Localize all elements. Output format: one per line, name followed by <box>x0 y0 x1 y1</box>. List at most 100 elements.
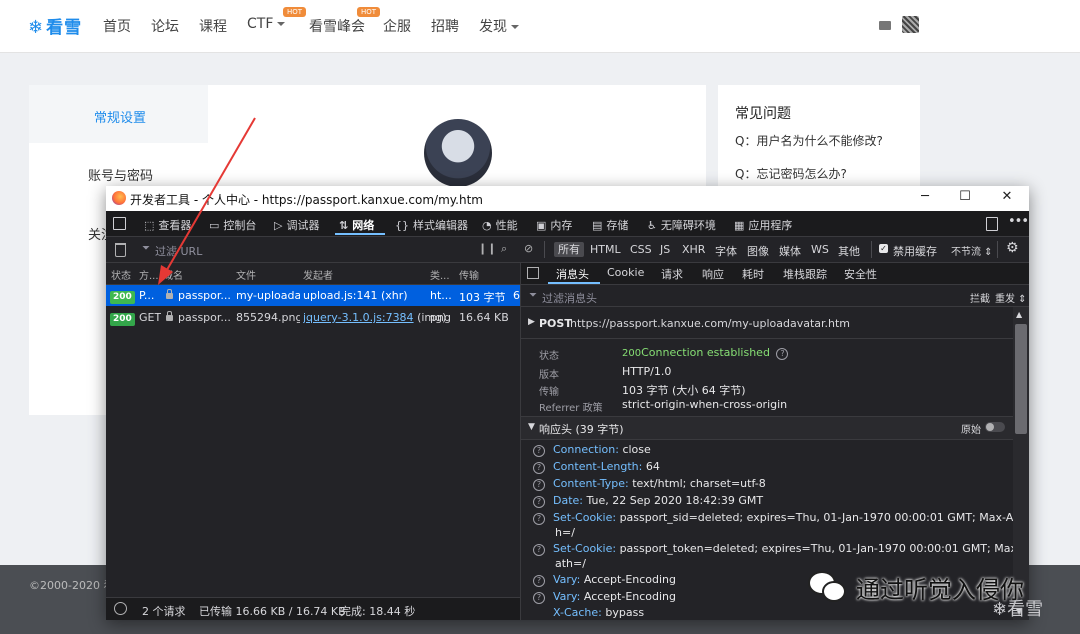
tab-performance[interactable]: ◔ 性能 <box>482 217 518 233</box>
type-filter-images[interactable]: 图像 <box>747 243 769 259</box>
tab-debugger[interactable]: ▷ 调试器 <box>274 217 319 233</box>
close-button[interactable]: ✕ <box>994 189 1020 207</box>
transferred-size: 已传输 16.66 KB / 16.74 KB <box>199 605 346 618</box>
response-header-wrap: h=/ <box>555 526 575 539</box>
minimize-button[interactable]: ─ <box>912 189 938 207</box>
chevron-right-icon[interactable]: ▶ <box>528 317 535 327</box>
type-filter-fonts[interactable]: 字体 <box>715 243 737 259</box>
help-icon[interactable]: ? <box>533 513 545 525</box>
settings-tab-general[interactable]: 常规设置 <box>94 107 146 126</box>
profile-avatar[interactable] <box>424 119 492 187</box>
request-method: GET <box>139 311 162 324</box>
response-header-row: ? Connection: close <box>533 443 651 457</box>
help-icon[interactable]: ? <box>533 575 545 587</box>
detail-tab-security[interactable]: 安全性 <box>844 266 877 282</box>
more-options-icon[interactable]: ••• <box>1008 214 1029 229</box>
help-icon[interactable]: ? <box>533 445 545 457</box>
maximize-button[interactable]: ☐ <box>952 189 978 207</box>
timer-icon[interactable] <box>114 602 127 615</box>
col-type[interactable]: 类... <box>430 267 450 282</box>
nav-ctf[interactable]: CTF HOT <box>247 7 307 32</box>
type-filter-media[interactable]: 媒体 <box>779 243 801 259</box>
tab-memory[interactable]: ▣ 内存 <box>536 217 572 233</box>
filter-icon: ⏷ <box>529 290 537 301</box>
block-icon[interactable]: ⊘ <box>524 242 533 255</box>
tab-accessibility[interactable]: ♿ 无障碍环境 <box>647 217 716 233</box>
type-filter-xhr[interactable]: XHR <box>682 243 705 256</box>
type-filter-ws[interactable]: WS <box>811 243 829 256</box>
status-value: 200Connection established ? <box>622 346 796 360</box>
active-tab-indicator <box>335 233 385 235</box>
detail-tab-stack-trace[interactable]: 堆栈跟踪 <box>783 266 827 282</box>
col-transfer[interactable]: 传输 <box>459 267 479 282</box>
help-icon[interactable]: ? <box>533 462 545 474</box>
type-filter-js[interactable]: JS <box>660 243 670 256</box>
site-logo[interactable]: ❄ 看雪 <box>28 13 82 38</box>
scroll-up-arrow[interactable]: ▲ <box>1016 310 1022 319</box>
nav-jobs[interactable]: 招聘 <box>431 16 459 36</box>
debugger-icon: ▷ <box>274 219 283 232</box>
summary-key: 传输 <box>539 387 559 398</box>
request-transfer: 103 字节 <box>459 291 506 304</box>
block-button[interactable]: 拦截 <box>970 290 990 305</box>
nav-home[interactable]: 首页 <box>103 16 131 36</box>
help-icon[interactable]: ? <box>533 544 545 556</box>
request-file: 855294.png?( <box>236 311 300 324</box>
nav-forum[interactable]: 论坛 <box>151 16 179 36</box>
element-picker-icon[interactable] <box>113 217 126 230</box>
resend-button[interactable]: 重发 ⇕ <box>995 290 1027 305</box>
help-icon[interactable]: ? <box>533 479 545 491</box>
header-filter-input[interactable]: 过滤消息头 <box>542 290 597 306</box>
response-header-row: ? Vary: Accept-Encoding <box>533 573 676 587</box>
col-initiator[interactable]: 发起者 <box>303 267 333 282</box>
type-filter-all[interactable]: 所有 <box>554 242 584 257</box>
divider <box>997 241 998 258</box>
type-filter-other[interactable]: 其他 <box>838 243 860 259</box>
detail-tab-headers[interactable]: 消息头 <box>556 266 589 282</box>
help-icon[interactable]: ? <box>533 592 545 604</box>
detail-tab-cookie[interactable]: Cookie <box>607 266 644 279</box>
col-status[interactable]: 状态 <box>111 267 131 282</box>
lock-icon <box>166 289 173 299</box>
mail-icon[interactable] <box>879 21 891 30</box>
panel-splitter[interactable] <box>520 263 521 620</box>
toggle-panel-icon[interactable] <box>527 267 539 279</box>
scrollbar-thumb[interactable] <box>1015 324 1027 434</box>
snowflake-icon: ❄ <box>992 599 1008 620</box>
detail-tab-response[interactable]: 响应 <box>702 266 724 282</box>
gear-icon[interactable]: ⚙ <box>1006 240 1019 256</box>
help-icon[interactable]: ? <box>533 496 545 508</box>
response-header-row: ? Date: Tue, 22 Sep 2020 18:42:39 GMT <box>533 494 763 508</box>
type-filter-html[interactable]: HTML <box>590 243 621 256</box>
nav-enterprise[interactable]: 企服 <box>383 16 411 36</box>
tab-application[interactable]: ▦ 应用程序 <box>734 217 792 233</box>
help-icon[interactable]: ? <box>776 348 789 360</box>
firefox-icon <box>112 191 126 205</box>
faq-item[interactable]: Q：用户名为什么不能修改? <box>735 132 883 149</box>
pause-icon[interactable]: ❙❙ <box>478 242 496 255</box>
response-header-row: ? Content-Type: text/html; charset=utf-8 <box>533 477 766 491</box>
responsive-mode-icon[interactable] <box>986 217 998 231</box>
type-filter-css[interactable]: CSS <box>630 243 652 256</box>
nav-courses[interactable]: 课程 <box>199 16 227 36</box>
detail-tab-request[interactable]: 请求 <box>661 266 683 282</box>
disable-cache-checkbox[interactable]: ✓ <box>879 244 888 253</box>
top-navbar: ❄ 看雪 首页 论坛 课程 CTF HOT 看雪峰会 HOT 企服 招聘 发现 <box>0 0 1080 53</box>
search-icon[interactable]: ⌕ <box>501 242 507 256</box>
request-initiator[interactable]: upload.js:141 (xhr) <box>303 289 408 302</box>
faq-item[interactable]: Q：忘记密码怎么办? <box>735 165 847 182</box>
snowflake-icon: ❄ <box>28 17 45 38</box>
trash-icon[interactable] <box>115 243 126 257</box>
nav-summit[interactable]: 看雪峰会 HOT <box>309 7 381 36</box>
detail-tab-timings[interactable]: 耗时 <box>742 266 764 282</box>
tab-storage[interactable]: ▤ 存储 <box>592 217 628 233</box>
request-initiator[interactable]: jquery-3.1.0.js:7384 (img) <box>303 311 446 324</box>
tab-network[interactable]: ⇅ 网络 <box>339 217 374 233</box>
status-badge: 200 <box>110 289 135 304</box>
tab-style-editor[interactable]: {} 样式编辑器 <box>395 217 468 233</box>
user-avatar[interactable] <box>902 16 919 33</box>
request-method: P... <box>139 289 155 302</box>
throttle-select[interactable]: 不节流 ⇕ <box>951 243 993 258</box>
raw-toggle[interactable] <box>985 422 1005 432</box>
nav-discover[interactable]: 发现 <box>479 16 519 36</box>
